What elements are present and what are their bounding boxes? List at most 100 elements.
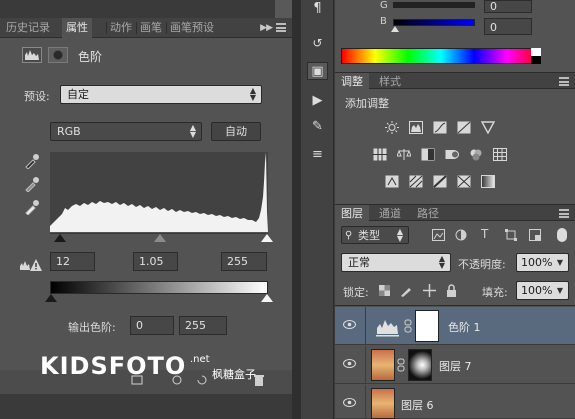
tab-actions[interactable]: 动作 <box>106 18 136 38</box>
filter-type-icon[interactable]: T <box>481 227 488 241</box>
hue-saturation-icon[interactable] <box>373 148 387 161</box>
preset-value: 自定 <box>67 88 89 101</box>
layer-row-6[interactable]: 图层 6 <box>335 385 575 419</box>
tab-paths[interactable]: 路径 <box>411 205 445 222</box>
dock-top-icon[interactable]: ¶ <box>307 0 328 18</box>
vibrance-icon[interactable] <box>481 121 495 134</box>
layer-row-7[interactable]: 图层 7 <box>335 346 575 384</box>
filter-adjustment-icon[interactable] <box>455 229 467 241</box>
photo-filter-icon[interactable] <box>445 148 459 161</box>
input-black-field[interactable]: 12 <box>50 252 95 271</box>
lock-all-icon[interactable] <box>446 284 457 297</box>
g-value-field[interactable]: 0 <box>484 0 532 13</box>
input-white-field[interactable]: 255 <box>221 252 267 271</box>
lock-image-icon[interactable] <box>400 284 413 297</box>
output-gradient-bar <box>50 281 268 294</box>
layer-mask-thumbnail[interactable] <box>415 310 439 342</box>
layer-name[interactable]: 图层 6 <box>401 397 434 413</box>
color-spectrum[interactable] <box>341 48 541 64</box>
channel-value: RGB <box>57 125 81 138</box>
panel-top-strip <box>0 0 292 18</box>
mask-icon[interactable] <box>48 47 68 63</box>
input-black-slider[interactable] <box>54 234 66 242</box>
gray-point-eyedropper-icon[interactable] <box>24 176 40 192</box>
b-value-field[interactable]: 0 <box>484 18 532 35</box>
tab-brush-presets[interactable]: 画笔预设 <box>166 18 218 38</box>
selective-color-icon[interactable] <box>457 175 471 188</box>
spectrum-white-swatch[interactable] <box>531 48 541 56</box>
collapse-arrows-icon[interactable]: ▶▶ <box>260 18 273 38</box>
visibility-eye-icon[interactable] <box>343 320 356 329</box>
visibility-eye-icon[interactable] <box>343 398 356 407</box>
white-point-eyedropper-icon[interactable] <box>24 199 40 215</box>
adjustments-menu-icon[interactable] <box>559 77 569 86</box>
lock-transparent-icon[interactable] <box>379 285 390 296</box>
spectrum-black-swatch[interactable] <box>531 56 541 64</box>
layer-row-levels[interactable]: 色阶 1 <box>335 307 575 345</box>
brush-settings-icon[interactable]: ≡ <box>307 146 328 164</box>
threshold-icon[interactable] <box>433 175 447 188</box>
lock-label: 锁定: <box>343 286 369 299</box>
color-balance-icon[interactable] <box>397 148 411 161</box>
link-chain-icon[interactable] <box>404 319 412 333</box>
lock-position-icon[interactable] <box>423 284 436 297</box>
opacity-field[interactable]: 100% ▼ <box>516 253 569 272</box>
opacity-value: 100% <box>521 256 553 269</box>
tab-properties[interactable]: 属性 <box>62 18 92 38</box>
tab-channels[interactable]: 通道 <box>373 205 407 222</box>
brightness-contrast-icon[interactable] <box>385 121 399 134</box>
exposure-icon[interactable] <box>457 121 471 134</box>
levels-adjustment-thumbnail[interactable] <box>371 310 404 343</box>
layer-filter-dropdown[interactable]: ⚲ 类型 ▲ ▼ <box>341 226 409 244</box>
output-black-slider[interactable] <box>45 294 57 302</box>
blend-mode-dropdown[interactable]: 正常 ▲ ▼ <box>341 253 451 272</box>
auto-button[interactable]: 自动 <box>211 122 261 141</box>
layer-thumbnail[interactable] <box>371 388 395 419</box>
b-slider[interactable] <box>391 26 399 32</box>
output-white-field[interactable]: 255 <box>179 316 227 335</box>
tab-adjustments[interactable]: 调整 <box>335 73 369 90</box>
panel-menu-icon[interactable] <box>276 23 286 32</box>
output-white-slider[interactable] <box>261 294 273 302</box>
dropdown-arrow-icon: ▼ <box>556 286 563 295</box>
output-black-field[interactable]: 0 <box>130 316 174 335</box>
posterize-icon[interactable] <box>409 175 423 188</box>
tab-brush[interactable]: 画笔 <box>136 18 166 38</box>
clipping-warning-icon[interactable] <box>19 258 43 272</box>
history-brush-icon[interactable]: ↺ <box>307 34 328 52</box>
layer-thumbnail[interactable] <box>371 349 395 381</box>
filter-smart-object-icon[interactable] <box>529 229 541 241</box>
color-lookup-icon[interactable] <box>493 148 507 161</box>
brush-presets-icon[interactable]: ✎ <box>307 118 328 136</box>
input-gamma-field[interactable]: 1.05 <box>133 252 178 271</box>
layer-name[interactable]: 图层 7 <box>439 358 472 374</box>
filter-pixel-icon[interactable] <box>432 229 445 241</box>
input-white-slider[interactable] <box>261 234 273 242</box>
layer-mask-thumbnail[interactable] <box>408 349 432 381</box>
input-gamma-slider[interactable] <box>154 234 166 242</box>
blend-mode-value: 正常 <box>348 256 370 269</box>
black-point-eyedropper-icon[interactable] <box>24 153 40 169</box>
filter-toggle-switch[interactable] <box>557 228 567 242</box>
visibility-eye-icon[interactable] <box>343 359 356 368</box>
black-white-icon[interactable] <box>421 148 435 161</box>
g-channel-label: G <box>380 0 388 11</box>
invert-icon[interactable] <box>385 175 399 188</box>
layer-name[interactable]: 色阶 1 <box>448 319 481 335</box>
link-chain-icon[interactable] <box>397 358 405 372</box>
tab-layers[interactable]: 图层 <box>335 205 369 222</box>
channel-dropdown[interactable]: RGB ▲ ▼ <box>50 122 202 141</box>
curves-icon[interactable] <box>433 121 447 134</box>
fill-field[interactable]: 100% ▼ <box>516 281 569 300</box>
gradient-map-icon[interactable] <box>481 175 495 188</box>
channel-mixer-icon[interactable] <box>469 148 483 161</box>
filter-shape-icon[interactable] <box>505 229 517 241</box>
play-action-icon[interactable]: ▶ <box>307 92 328 110</box>
layers-menu-icon[interactable] <box>559 209 569 218</box>
watermark: KIDSFOTO .net 枫糖盒子 <box>0 352 292 382</box>
tab-styles[interactable]: 样式 <box>373 73 407 90</box>
tab-history[interactable]: 历史记录 <box>2 18 54 38</box>
levels-adjustment-icon[interactable] <box>409 121 423 134</box>
3d-cube-icon[interactable]: ▣ <box>307 62 328 80</box>
preset-dropdown[interactable]: 自定 ▲ ▼ <box>60 85 262 104</box>
